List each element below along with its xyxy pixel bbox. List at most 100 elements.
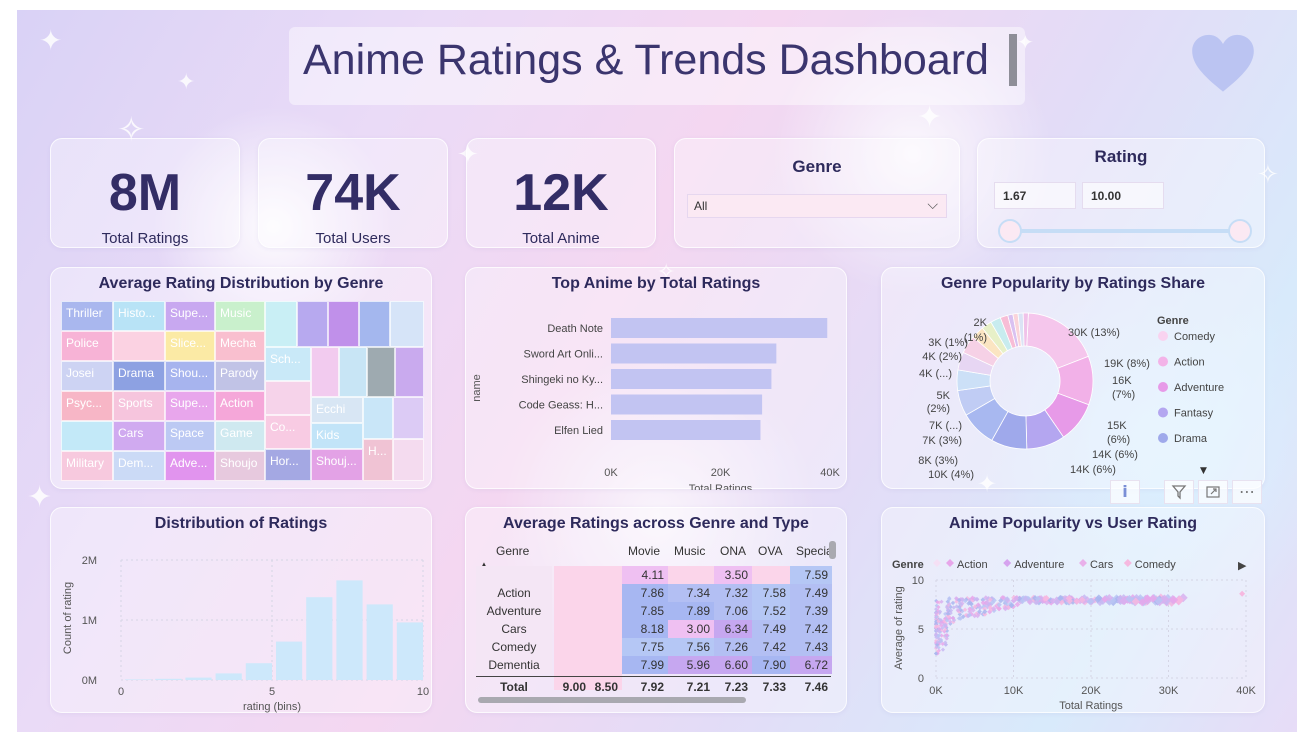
treemap-cell[interactable]: Drama — [113, 361, 165, 391]
treemap-cell[interactable]: Kids — [311, 423, 363, 449]
treemap-cell[interactable]: Space — [165, 421, 215, 451]
treemap-cell[interactable]: H... — [363, 439, 393, 481]
more-options-icon[interactable]: ⋯ — [1232, 480, 1262, 504]
legend-label: Adventure — [1014, 559, 1064, 571]
treemap-cell[interactable] — [311, 347, 339, 397]
treemap-cell[interactable]: Military — [61, 451, 113, 481]
treemap-cell[interactable]: Sports — [113, 391, 165, 421]
donut-data-label: 10K (4%) — [928, 469, 974, 481]
column-header[interactable]: Specia — [796, 544, 833, 558]
treemap-cell[interactable]: Josei — [61, 361, 113, 391]
column-header[interactable]: OVA — [758, 544, 782, 558]
legend-label: Comedy — [1174, 331, 1215, 343]
treemap-cell[interactable]: Ecchi — [311, 397, 363, 423]
treemap-cell[interactable]: Police — [61, 331, 113, 361]
treemap-cell[interactable]: Adve... — [165, 451, 215, 481]
matrix-row-label[interactable]: Cars — [476, 620, 552, 638]
rating-min-input[interactable]: 1.67 — [994, 182, 1076, 209]
treemap-cell[interactable] — [297, 301, 328, 347]
treemap-cell[interactable]: Supe... — [165, 391, 215, 421]
treemap-cell[interactable]: Histo... — [113, 301, 165, 331]
treemap-cell[interactable]: Music — [215, 301, 265, 331]
treemap-cell[interactable]: Parody — [215, 361, 265, 391]
donut-data-label: 19K (8%) — [1104, 358, 1150, 370]
matrix-row-label[interactable] — [476, 566, 552, 584]
treemap-cell[interactable]: Slice... — [165, 331, 215, 361]
legend-label: Cars — [1090, 559, 1114, 571]
column-header[interactable]: Genre — [496, 544, 529, 558]
treemap-cell[interactable] — [367, 347, 395, 397]
donut-data-label: 4K (2%) — [922, 351, 962, 363]
treemap-cell[interactable] — [61, 421, 113, 451]
donut-data-label: 14K (6%) — [1092, 449, 1138, 461]
y-tick-label: 0 — [918, 673, 924, 685]
histogram-bar — [366, 604, 393, 680]
x-tick-label: 20K — [711, 467, 731, 479]
horizontal-scrollbar[interactable] — [478, 697, 746, 703]
matrix-cell: 7.99 — [622, 656, 668, 674]
treemap-cell[interactable] — [393, 397, 424, 439]
treemap-cell[interactable] — [359, 301, 390, 347]
treemap-cell[interactable] — [363, 397, 393, 439]
donut-data-label: (7%) — [1112, 389, 1135, 401]
matrix-cell: 7.52 — [752, 602, 790, 620]
treemap-cell[interactable]: Mecha — [215, 331, 265, 361]
treemap-cell[interactable] — [265, 381, 311, 415]
treemap-cell[interactable]: Shoujo — [215, 451, 265, 481]
donut-data-label: (2%) — [927, 403, 950, 415]
treemap-cell[interactable] — [113, 331, 165, 361]
treemap-cell[interactable] — [339, 347, 367, 397]
matrix-cell: 7.43 — [790, 638, 832, 656]
rating-slider-min-handle[interactable] — [998, 219, 1022, 243]
caret-down-icon[interactable]: ▼ — [1200, 466, 1207, 476]
matrix-cell: 7.42 — [790, 620, 832, 638]
total-value: 7.23 — [724, 680, 748, 694]
treemap-cell[interactable] — [395, 347, 424, 397]
treemap-cell[interactable]: Sch... — [265, 347, 311, 381]
matrix-row-label[interactable]: Comedy — [476, 638, 552, 656]
treemap-cell[interactable] — [393, 439, 424, 481]
bar — [611, 343, 777, 364]
treemap-cell[interactable]: Thriller — [61, 301, 113, 331]
treemap-cell[interactable]: Co... — [265, 415, 311, 449]
treemap-cell[interactable]: Dem... — [113, 451, 165, 481]
rating-slider-max-handle[interactable] — [1228, 219, 1252, 243]
bar-chart: Death Note Sword Art Onli... Shingeki no K… — [471, 318, 840, 490]
vertical-scrollbar[interactable] — [829, 541, 836, 559]
filter-icon[interactable] — [1164, 480, 1194, 504]
matrix-cell: 7.58 — [752, 584, 790, 602]
treemap-cell[interactable]: Cars — [113, 421, 165, 451]
legend-marker — [1123, 559, 1132, 567]
treemap-cell[interactable] — [390, 301, 424, 347]
treemap-cell[interactable]: Action — [215, 391, 265, 421]
matrix-cell: 7.39 — [790, 602, 832, 620]
x-tick-label: 5 — [269, 686, 275, 698]
rating-slider-track[interactable] — [1008, 229, 1242, 233]
focus-mode-icon[interactable] — [1198, 480, 1228, 504]
column-header[interactable]: Movie — [628, 544, 660, 558]
treemap-cell[interactable]: Hor... — [265, 449, 311, 481]
treemap-cell[interactable]: Shou... — [165, 361, 215, 391]
rating-max-input[interactable]: 10.00 — [1082, 182, 1164, 209]
matrix-row-label[interactable]: Action — [476, 584, 552, 602]
treemap-cell[interactable] — [328, 301, 359, 347]
treemap-cell[interactable]: Game — [215, 421, 265, 451]
donut-chart: 30K (13%) 19K (8%) 16K (7%) 15K (6%) 14K (6%) 1… — [918, 312, 1224, 481]
bar-category-label: Elfen Lied — [554, 425, 603, 437]
treemap-cell[interactable]: Psyc... — [61, 391, 113, 421]
y-tick-label: 5 — [918, 624, 924, 636]
matrix-row-label[interactable]: Dementia — [476, 656, 552, 674]
genre-dropdown[interactable]: All ⌵ — [687, 194, 947, 218]
matrix-cell: 7.59 — [790, 566, 832, 584]
treemap-cell[interactable] — [265, 301, 297, 347]
column-header[interactable]: ONA — [720, 544, 746, 558]
treemap-cell[interactable]: Shouj... — [311, 449, 363, 481]
matrix-row-label[interactable]: Adventure — [476, 602, 552, 620]
donut-data-label: 7K (...) — [929, 420, 962, 432]
matrix-cell: 7.89 — [668, 602, 714, 620]
info-icon[interactable]: i — [1110, 480, 1140, 504]
treemap-cell[interactable]: Supe... — [165, 301, 215, 331]
column-header[interactable]: Music — [674, 544, 705, 558]
sparkle-decoration: ✦ — [39, 24, 63, 57]
total-value: 7.46 — [804, 680, 828, 694]
